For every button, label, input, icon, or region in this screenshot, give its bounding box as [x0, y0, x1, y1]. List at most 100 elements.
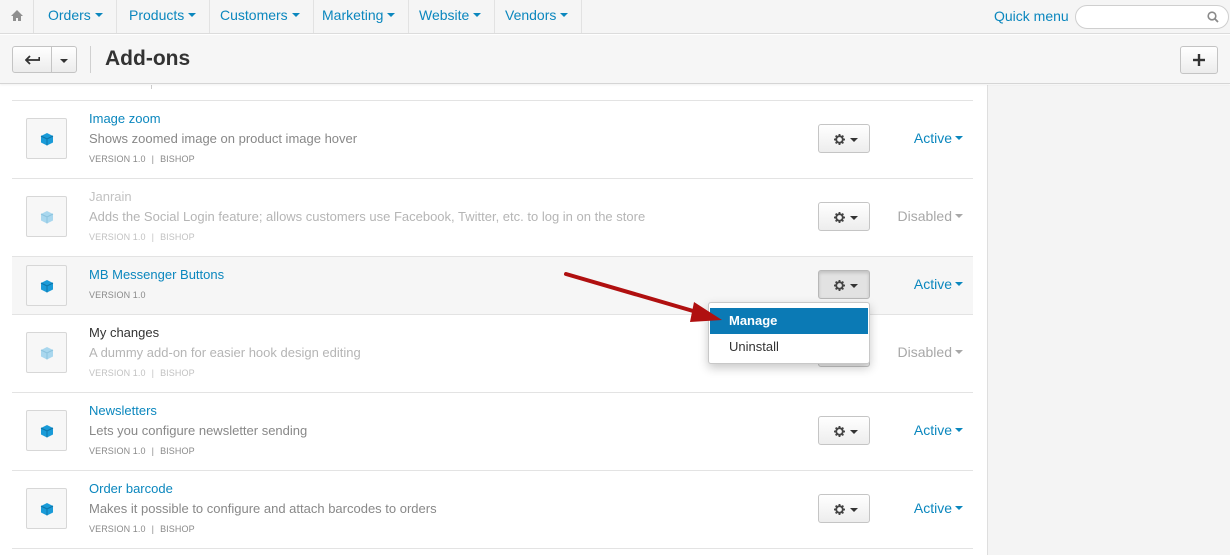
package-icon	[40, 133, 54, 146]
chevron-down-icon	[188, 13, 197, 18]
chevron-down-icon	[94, 13, 103, 18]
home-button[interactable]	[0, 0, 34, 33]
search-icon[interactable]	[1207, 11, 1219, 23]
addon-author: BISHOP	[160, 368, 195, 378]
nav-marketing-label: Marketing	[322, 7, 384, 23]
addon-settings-button[interactable]	[818, 270, 870, 299]
addon-version: VERSION 1.0	[89, 290, 146, 300]
addon-thumbnail	[26, 410, 67, 451]
addon-thumbnail	[26, 488, 67, 529]
addon-status-label: Active	[913, 130, 952, 146]
top-navigation: Orders Products Customers Marketing Webs…	[0, 0, 1230, 34]
addon-description: Makes it possible to configure and attac…	[89, 501, 437, 516]
addon-row-order-barcode: Order barcode Makes it possible to confi…	[12, 471, 973, 549]
addon-status-dropdown[interactable]: Active	[914, 276, 963, 292]
meta-separator	[151, 85, 152, 89]
quick-menu-link[interactable]: Quick menu	[994, 0, 1069, 33]
chevron-down-icon	[473, 13, 482, 18]
addon-status-dropdown[interactable]: Disabled	[898, 208, 963, 224]
addon-version: VERSION 1.0	[89, 368, 146, 378]
chevron-down-icon	[850, 508, 858, 512]
addon-meta: VERSION 1.0 | BISHOP	[89, 524, 195, 534]
addon-name[interactable]: Janrain	[89, 189, 132, 204]
addon-description: A dummy add-on for easier hook design ed…	[89, 345, 361, 360]
addon-status-label: Disabled	[897, 344, 952, 360]
chevron-down-icon	[60, 59, 68, 63]
menu-item-manage[interactable]: Manage	[710, 308, 868, 334]
addon-status-dropdown[interactable]: Disabled	[898, 344, 963, 360]
chevron-down-icon	[387, 13, 396, 18]
addon-name[interactable]: Image zoom	[89, 111, 161, 126]
chevron-down-icon	[291, 13, 300, 18]
back-button[interactable]	[12, 46, 52, 73]
addon-status-dropdown[interactable]: Active	[914, 500, 963, 516]
addon-name[interactable]: MB Messenger Buttons	[89, 267, 224, 282]
nav-website[interactable]: Website	[406, 0, 496, 33]
package-icon	[40, 211, 54, 224]
addon-status-label: Active	[913, 276, 952, 292]
addon-name[interactable]: Newsletters	[89, 403, 157, 418]
addon-thumbnail	[26, 118, 67, 159]
header-divider	[90, 46, 91, 73]
addon-status-label: Disabled	[897, 208, 952, 224]
home-icon	[11, 10, 23, 21]
addon-status-label: Active	[913, 500, 952, 516]
history-dropdown-button[interactable]	[51, 46, 77, 73]
chevron-down-icon	[955, 136, 963, 141]
addon-author: BISHOP	[160, 154, 195, 164]
nav-orders[interactable]: Orders	[35, 0, 117, 33]
chevron-down-icon	[850, 430, 858, 434]
gear-icon	[834, 504, 845, 515]
addon-name[interactable]: My changes	[89, 325, 159, 340]
addon-settings-button[interactable]	[818, 416, 870, 445]
search-box	[1075, 5, 1229, 29]
addon-meta: VERSION 1.0 | BISHOP	[89, 446, 195, 456]
addon-author: BISHOP	[160, 524, 195, 534]
addon-status-dropdown[interactable]: Active	[914, 422, 963, 438]
addon-description: Shows zoomed image on product image hove…	[89, 131, 358, 146]
add-addon-button[interactable]	[1180, 46, 1218, 74]
page-title: Add-ons	[105, 47, 191, 70]
addon-meta: VERSION 1.0 | BISHOP	[89, 368, 195, 378]
addon-row-janrain: Janrain Adds the Social Login feature; a…	[12, 179, 973, 257]
addon-settings-button[interactable]	[818, 202, 870, 231]
gear-icon	[834, 212, 845, 223]
menu-item-uninstall[interactable]: Uninstall	[710, 334, 868, 360]
nav-vendors-label: Vendors	[505, 7, 557, 23]
addon-author: BISHOP	[160, 446, 195, 456]
addon-author: BISHOP	[160, 232, 195, 242]
chevron-down-icon	[955, 282, 963, 287]
chevron-down-icon	[850, 284, 858, 288]
addon-meta: VERSION 1.0 | BISHOP	[89, 232, 195, 242]
nav-customers[interactable]: Customers	[207, 0, 314, 33]
chevron-down-icon	[955, 350, 963, 355]
chevron-down-icon	[955, 506, 963, 511]
addon-settings-button[interactable]	[818, 494, 870, 523]
nav-products-label: Products	[129, 7, 185, 23]
back-arrow-icon	[25, 55, 40, 65]
gear-icon	[834, 426, 845, 437]
nav-vendors[interactable]: Vendors	[492, 0, 583, 33]
plus-icon	[1193, 54, 1205, 66]
addon-status-label: Active	[913, 422, 952, 438]
package-icon	[40, 347, 54, 360]
list-item-clipped	[12, 85, 973, 101]
nav-website-label: Website	[419, 7, 470, 23]
addon-version: VERSION 1.0	[89, 446, 146, 456]
gear-icon	[834, 134, 845, 145]
gear-icon	[834, 280, 845, 291]
addon-row-image-zoom: Image zoom Shows zoomed image on product…	[12, 101, 973, 179]
package-icon	[40, 280, 54, 293]
addon-description: Adds the Social Login feature; allows cu…	[89, 209, 646, 224]
addon-status-dropdown[interactable]: Active	[914, 130, 963, 146]
addon-name[interactable]: Order barcode	[89, 481, 173, 496]
nav-customers-label: Customers	[220, 7, 288, 23]
addon-meta: VERSION 1.0 | BISHOP	[89, 154, 195, 164]
nav-products[interactable]: Products	[116, 0, 211, 33]
nav-marketing[interactable]: Marketing	[309, 0, 410, 33]
addon-thumbnail	[26, 265, 67, 306]
search-input[interactable]	[1086, 6, 1211, 28]
addon-row-newsletters: Newsletters Lets you configure newslette…	[12, 393, 973, 471]
addon-settings-button[interactable]	[818, 124, 870, 153]
addon-thumbnail	[26, 196, 67, 237]
